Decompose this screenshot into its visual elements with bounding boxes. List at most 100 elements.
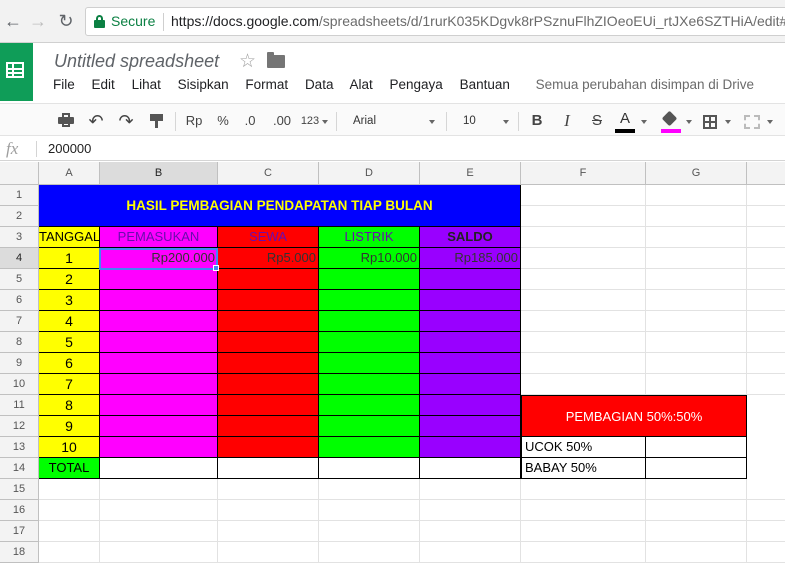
row-header[interactable]: 10: [0, 374, 39, 395]
column-header-b[interactable]: B: [100, 162, 218, 185]
save-status[interactable]: Semua perubahan disimpan di Drive: [536, 77, 754, 92]
menu-addons[interactable]: Pengaya: [390, 77, 443, 92]
row-header[interactable]: 15: [0, 479, 39, 500]
header-saldo[interactable]: SALDO: [420, 227, 521, 248]
text-color-button[interactable]: A: [614, 110, 636, 134]
strikethrough-button[interactable]: S: [589, 111, 605, 131]
tanggal-cell[interactable]: 5: [39, 332, 100, 353]
listrik-cell[interactable]: [319, 416, 420, 437]
row-header[interactable]: 13: [0, 437, 39, 458]
fill-color-button[interactable]: [660, 110, 682, 134]
pemasukan-cell[interactable]: [100, 290, 218, 311]
header-sewa[interactable]: SEWA: [218, 227, 319, 248]
column-header-d[interactable]: D: [319, 162, 420, 185]
menu-file[interactable]: File: [53, 77, 75, 92]
listrik-cell[interactable]: [319, 290, 420, 311]
formula-input[interactable]: 200000: [48, 141, 91, 156]
pemasukan-cell[interactable]: [100, 395, 218, 416]
back-arrow-icon[interactable]: ←: [3, 10, 23, 32]
sewa-cell[interactable]: [218, 269, 319, 290]
borders-icon[interactable]: [703, 115, 717, 129]
sewa-cell[interactable]: [218, 290, 319, 311]
sewa-cell[interactable]: [218, 353, 319, 374]
pemasukan-cell[interactable]: [100, 311, 218, 332]
empty-cells-bottom[interactable]: [39, 479, 785, 563]
url-text[interactable]: https://docs.google.com/spreadsheets/d/1…: [171, 13, 785, 29]
babay-value-cell[interactable]: [646, 458, 747, 479]
tanggal-cell[interactable]: 9: [39, 416, 100, 437]
listrik-cell[interactable]: [319, 395, 420, 416]
menu-format[interactable]: Format: [245, 77, 288, 92]
pemasukan-cell[interactable]: [100, 374, 218, 395]
column-header-f[interactable]: F: [521, 162, 646, 185]
row-header[interactable]: 3: [0, 227, 39, 248]
fill-handle[interactable]: [213, 265, 219, 271]
header-pemasukan[interactable]: PEMASUKAN: [100, 227, 218, 248]
sewa-cell[interactable]: [218, 395, 319, 416]
column-header-a[interactable]: A: [39, 162, 100, 185]
row-header[interactable]: 11: [0, 395, 39, 416]
saldo-cell[interactable]: [420, 311, 521, 332]
sewa-cell[interactable]: [218, 311, 319, 332]
row-header[interactable]: 6: [0, 290, 39, 311]
column-header-e[interactable]: E: [420, 162, 521, 185]
row-header[interactable]: 9: [0, 353, 39, 374]
column-header-c[interactable]: C: [218, 162, 319, 185]
saldo-cell[interactable]: [420, 437, 521, 458]
saldo-cell[interactable]: [420, 290, 521, 311]
sheets-logo-icon[interactable]: [0, 43, 33, 101]
column-header-g[interactable]: G: [646, 162, 747, 185]
listrik-cell[interactable]: [319, 332, 420, 353]
row-header[interactable]: 14: [0, 458, 39, 479]
tanggal-cell[interactable]: 2: [39, 269, 100, 290]
sewa-cell[interactable]: [218, 437, 319, 458]
tanggal-cell[interactable]: 4: [39, 311, 100, 332]
sewa-cell[interactable]: Rp5.000: [218, 248, 319, 269]
row-header[interactable]: 16: [0, 500, 39, 521]
tanggal-cell[interactable]: 8: [39, 395, 100, 416]
font-family-dropdown[interactable]: Arial: [353, 112, 376, 131]
menu-view[interactable]: Lihat: [132, 77, 161, 92]
italic-button[interactable]: I: [559, 111, 575, 131]
listrik-cell[interactable]: [319, 353, 420, 374]
menu-edit[interactable]: Edit: [92, 77, 115, 92]
reload-icon[interactable]: ↻: [56, 10, 76, 32]
address-bar[interactable]: Secure https://docs.google.com/spreadshe…: [85, 7, 785, 36]
menu-data[interactable]: Data: [305, 77, 334, 92]
pemasukan-cell[interactable]: Rp200.000: [100, 248, 218, 269]
total-sewa-cell[interactable]: [218, 458, 319, 479]
decrease-decimal-button[interactable]: .0: [242, 111, 258, 131]
sewa-cell[interactable]: [218, 332, 319, 353]
column-header-h[interactable]: [747, 162, 785, 185]
listrik-cell[interactable]: [319, 374, 420, 395]
paint-format-icon[interactable]: [150, 114, 163, 128]
folder-icon[interactable]: [267, 52, 285, 68]
babay-label[interactable]: BABAY 50%: [521, 458, 646, 479]
saldo-cell[interactable]: [420, 416, 521, 437]
total-label[interactable]: TOTAL: [39, 458, 100, 479]
row-header[interactable]: 8: [0, 332, 39, 353]
pemasukan-cell[interactable]: [100, 416, 218, 437]
row-header[interactable]: 5: [0, 269, 39, 290]
row-header[interactable]: 12: [0, 416, 39, 437]
pemasukan-cell[interactable]: [100, 437, 218, 458]
tanggal-cell[interactable]: 10: [39, 437, 100, 458]
header-listrik[interactable]: LISTRIK: [319, 227, 420, 248]
listrik-cell[interactable]: [319, 311, 420, 332]
select-all-corner[interactable]: [0, 162, 39, 185]
increase-decimal-button[interactable]: .00: [272, 111, 292, 131]
merge-cells-icon[interactable]: [744, 115, 760, 129]
ucok-label[interactable]: UCOK 50%: [521, 437, 646, 458]
total-listrik-cell[interactable]: [319, 458, 420, 479]
undo-icon[interactable]: ↶: [86, 111, 106, 131]
tanggal-cell[interactable]: 3: [39, 290, 100, 311]
sewa-cell[interactable]: [218, 374, 319, 395]
tanggal-cell[interactable]: 7: [39, 374, 100, 395]
row-header[interactable]: 2: [0, 206, 39, 227]
percent-format-button[interactable]: %: [215, 111, 231, 131]
currency-format-button[interactable]: Rp: [183, 111, 205, 131]
font-size-dropdown[interactable]: 10: [463, 112, 476, 131]
total-saldo-cell[interactable]: [420, 458, 521, 479]
listrik-cell[interactable]: [319, 437, 420, 458]
print-icon[interactable]: [58, 113, 74, 127]
